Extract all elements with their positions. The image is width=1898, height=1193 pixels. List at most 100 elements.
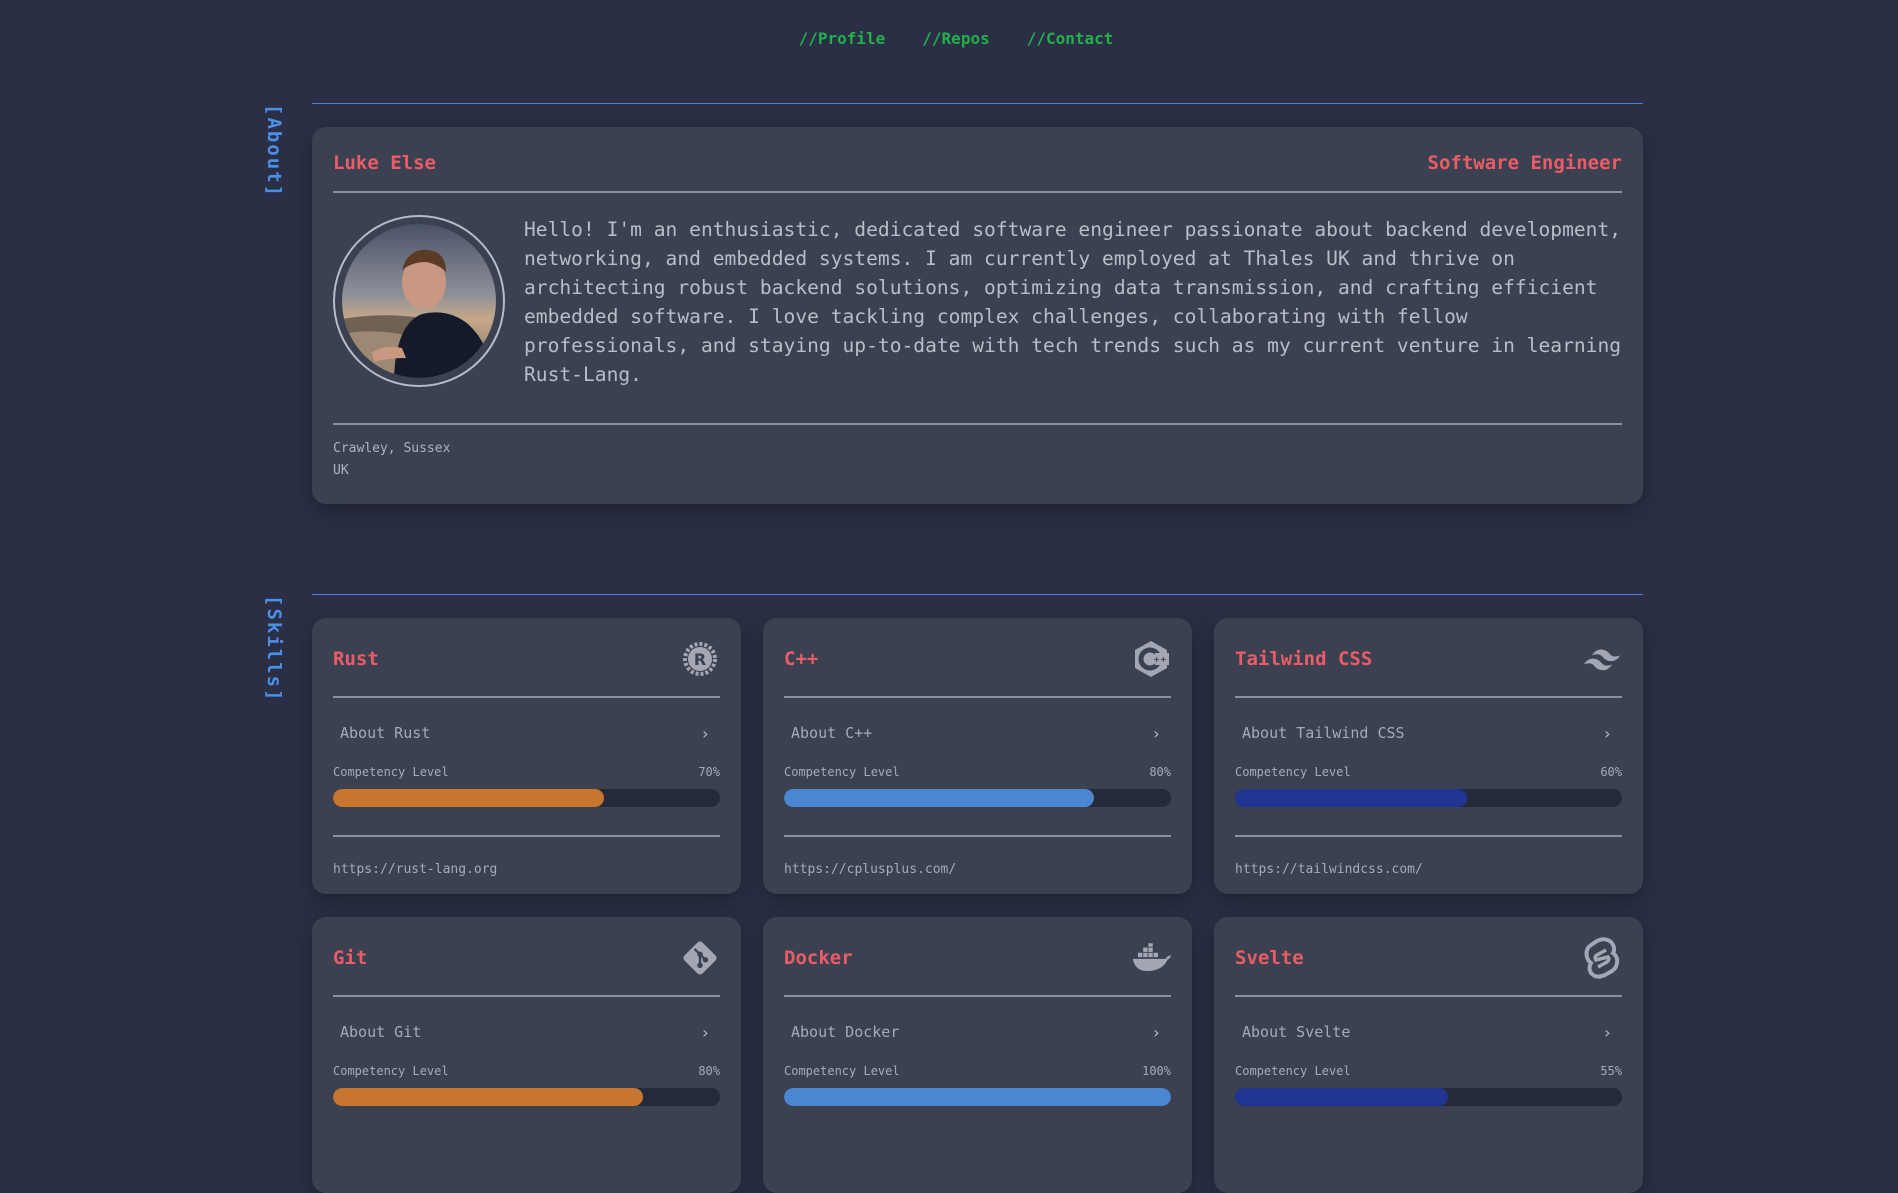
skill-header-divider (784, 696, 1171, 698)
profile-header: Luke Else Software Engineer (333, 152, 1622, 174)
about-skill-link[interactable]: About Docker › (784, 1019, 1171, 1045)
nav-link-contact[interactable]: //Contact (1027, 29, 1114, 48)
competency-value: 80% (1149, 765, 1171, 779)
competency-row: Competency Level 80% (784, 765, 1171, 779)
avatar (333, 215, 505, 387)
competency-bar (1235, 789, 1622, 807)
skill-footer-divider (333, 835, 720, 837)
skill-footer-divider (784, 835, 1171, 837)
nav-link-profile[interactable]: //Profile (799, 29, 886, 48)
competency-label: Competency Level (333, 765, 449, 779)
top-nav: //Profile //Repos //Contact (0, 29, 1898, 48)
tailwind-icon (1582, 639, 1622, 679)
about-skill-label: About Tailwind CSS (1242, 724, 1405, 742)
skill-header-divider (1235, 995, 1622, 997)
chevron-right-icon: › (700, 1022, 710, 1042)
skill-header-divider (1235, 696, 1622, 698)
competency-label: Competency Level (784, 765, 900, 779)
chevron-right-icon: › (1602, 723, 1612, 743)
profile-header-divider (333, 191, 1622, 193)
competency-bar (333, 789, 720, 807)
rust-icon: R (680, 639, 720, 679)
about-skill-link[interactable]: About Rust › (333, 720, 720, 746)
about-skill-label: About C++ (791, 724, 873, 742)
git-icon (680, 938, 720, 978)
competency-bar-fill (784, 1088, 1171, 1106)
competency-bar-fill (1235, 789, 1468, 807)
docker-icon (1131, 938, 1171, 978)
svg-text:R: R (694, 650, 706, 669)
profile-card: Luke Else Software Engineer Hello! I'm a… (312, 127, 1643, 504)
skill-header-divider (333, 995, 720, 997)
competency-row: Competency Level 55% (1235, 1064, 1622, 1078)
skill-card-rust: Rust R About Rust › Competency Level 70%… (312, 618, 741, 894)
competency-value: 55% (1600, 1064, 1622, 1078)
competency-bar-fill (784, 789, 1094, 807)
avatar-photo (342, 224, 496, 378)
about-skill-link[interactable]: About Svelte › (1235, 1019, 1622, 1045)
about-skill-link[interactable]: About Tailwind CSS › (1235, 720, 1622, 746)
competency-label: Competency Level (1235, 765, 1351, 779)
skill-header-divider (784, 995, 1171, 997)
competency-bar (784, 1088, 1171, 1106)
skill-header: C++ ++ (784, 636, 1171, 682)
skill-card-git: Git About Git › Competency Level 80% (312, 917, 741, 1193)
cpp-icon: ++ (1131, 639, 1171, 679)
chevron-right-icon: › (700, 723, 710, 743)
svelte-icon (1582, 937, 1622, 979)
competency-row: Competency Level 80% (333, 1064, 720, 1078)
skill-title: C++ (784, 648, 819, 670)
competency-label: Competency Level (1235, 1064, 1351, 1078)
chevron-right-icon: › (1151, 723, 1161, 743)
competency-bar-fill (1235, 1088, 1448, 1106)
skill-header: Rust R (333, 636, 720, 682)
competency-bar (333, 1088, 720, 1106)
skill-header-divider (333, 696, 720, 698)
skill-website-link[interactable]: https://tailwindcss.com/ (1235, 862, 1423, 877)
skill-title: Svelte (1235, 947, 1304, 969)
about-divider (312, 103, 1643, 104)
chevron-right-icon: › (1151, 1022, 1161, 1042)
competency-row: Competency Level 100% (784, 1064, 1171, 1078)
location-city: Crawley, Sussex (333, 441, 451, 456)
skill-card-tailwind: Tailwind CSS About Tailwind CSS › Compet… (1214, 618, 1643, 894)
skill-website-link[interactable]: https://rust-lang.org (333, 862, 497, 877)
about-skill-label: About Svelte (1242, 1023, 1351, 1041)
competency-bar (1235, 1088, 1622, 1106)
competency-bar-fill (333, 1088, 643, 1106)
skills-divider (312, 594, 1643, 595)
profile-location: Crawley, Sussex UK (333, 438, 450, 482)
profile-bio: Hello! I'm an enthusiastic, dedicated so… (524, 218, 1622, 386)
skill-card-docker: Docker About Docker › Competency Level 1… (763, 917, 1192, 1193)
about-skill-link[interactable]: About Git › (333, 1019, 720, 1045)
profile-footer-divider (333, 423, 1622, 425)
about-skill-label: About Docker (791, 1023, 900, 1041)
profile-role: Software Engineer (1427, 152, 1622, 174)
skill-title: Docker (784, 947, 853, 969)
skill-header: Git (333, 935, 720, 981)
skill-website-link[interactable]: https://cplusplus.com/ (784, 862, 956, 877)
competency-value: 60% (1600, 765, 1622, 779)
about-skill-label: About Git (340, 1023, 422, 1041)
competency-row: Competency Level 60% (1235, 765, 1622, 779)
location-country: UK (333, 463, 349, 478)
about-skill-link[interactable]: About C++ › (784, 720, 1171, 746)
skill-title: Rust (333, 648, 379, 670)
competency-bar (784, 789, 1171, 807)
skill-header: Docker (784, 935, 1171, 981)
competency-label: Competency Level (784, 1064, 900, 1078)
skill-footer-divider (1235, 835, 1622, 837)
skill-title: Git (333, 947, 368, 969)
skills-section-label: [Skills] (263, 595, 285, 703)
competency-value: 70% (698, 765, 720, 779)
skill-title: Tailwind CSS (1235, 648, 1373, 670)
skill-card-cpp: C++ ++ About C++ › Competency Level 80% … (763, 618, 1192, 894)
competency-value: 80% (698, 1064, 720, 1078)
competency-row: Competency Level 70% (333, 765, 720, 779)
nav-link-repos[interactable]: //Repos (922, 29, 989, 48)
svg-text:++: ++ (1153, 655, 1166, 664)
about-skill-label: About Rust (340, 724, 431, 742)
chevron-right-icon: › (1602, 1022, 1612, 1042)
competency-value: 100% (1142, 1064, 1171, 1078)
about-section-label: [About] (263, 104, 285, 199)
